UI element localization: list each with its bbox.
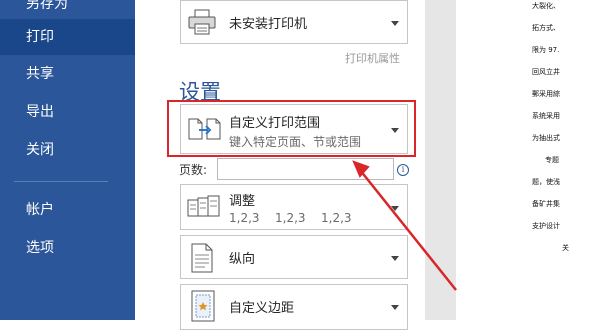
printer-dropdown[interactable]: 未安装打印机 <box>180 0 408 44</box>
collate-title: 调整 <box>229 194 256 209</box>
printer-name: 未安装打印机 <box>229 17 308 32</box>
collate-icon <box>187 195 221 225</box>
preview-text-line: 专题 <box>545 156 559 164</box>
nav-item-account[interactable]: 帐户 <box>0 192 135 228</box>
print-range-title: 自定义打印范围 <box>229 116 321 131</box>
preview-text-line: 系统采用 <box>532 112 560 120</box>
margins-title: 自定义边距 <box>229 301 295 316</box>
collate-sequence-item: 1,2,3 <box>275 211 306 225</box>
preview-text-line: 关 <box>562 244 569 252</box>
margins-dropdown[interactable]: 自定义边距 <box>180 284 408 330</box>
backstage-nav: 另存为 打印 共享 导出 关闭 帐户 选项 <box>0 0 135 320</box>
preview-text-line: 大裂化、 <box>532 2 560 10</box>
collate-sequence: 1,2,3 1,2,3 1,2,3 <box>229 211 367 225</box>
nav-item-share[interactable]: 共享 <box>0 56 135 92</box>
preview-page <box>456 0 600 330</box>
preview-text-line: 支护设计 <box>532 222 560 230</box>
custom-range-icon <box>187 115 221 147</box>
print-settings-panel: 未安装打印机 打印机属性 设置 自定义打印范围 键入特定页面、节或范围 页数: … <box>135 0 425 330</box>
preview-text-line: 限为 97. <box>532 46 560 54</box>
print-range-dropdown[interactable]: 自定义打印范围 键入特定页面、节或范围 <box>180 104 408 154</box>
chevron-down-icon <box>391 305 399 310</box>
print-preview <box>425 0 600 330</box>
chevron-down-icon <box>391 21 399 26</box>
collate-dropdown[interactable]: 调整 1,2,3 1,2,3 1,2,3 <box>180 184 408 230</box>
preview-text-line: 为抽出式 <box>532 134 560 142</box>
preview-text-line: 备矿井集 <box>532 200 560 208</box>
preview-text-line: 回风立井 <box>532 68 560 76</box>
settings-heading: 设置 <box>179 80 221 104</box>
orientation-dropdown[interactable]: 纵向 <box>180 235 408 279</box>
print-range-subtitle: 键入特定页面、节或范围 <box>229 135 362 149</box>
printer-icon <box>187 9 217 41</box>
collate-sequence-item: 1,2,3 <box>321 211 352 225</box>
nav-item-export[interactable]: 导出 <box>0 94 135 130</box>
info-icon[interactable]: i <box>397 164 409 176</box>
chevron-down-icon <box>391 206 399 211</box>
nav-divider <box>14 181 108 182</box>
preview-text-line: 郵采用綜 <box>532 90 560 98</box>
chevron-down-icon <box>391 256 399 261</box>
chevron-down-icon <box>391 128 399 133</box>
portrait-page-icon <box>191 243 213 277</box>
collate-sequence-item: 1,2,3 <box>229 211 260 225</box>
nav-item-options[interactable]: 选项 <box>0 230 135 266</box>
preview-text-line: 拓方式、 <box>532 24 560 32</box>
nav-item-close[interactable]: 关闭 <box>0 132 135 168</box>
margins-icon <box>191 290 215 326</box>
printer-properties-link[interactable]: 打印机属性 <box>345 50 400 66</box>
nav-item-print[interactable]: 打印 <box>0 19 135 55</box>
pages-input[interactable] <box>217 158 394 180</box>
preview-text-line: 题，使浅 <box>532 178 560 186</box>
orientation-title: 纵向 <box>229 252 256 267</box>
pages-label: 页数: <box>179 163 208 177</box>
